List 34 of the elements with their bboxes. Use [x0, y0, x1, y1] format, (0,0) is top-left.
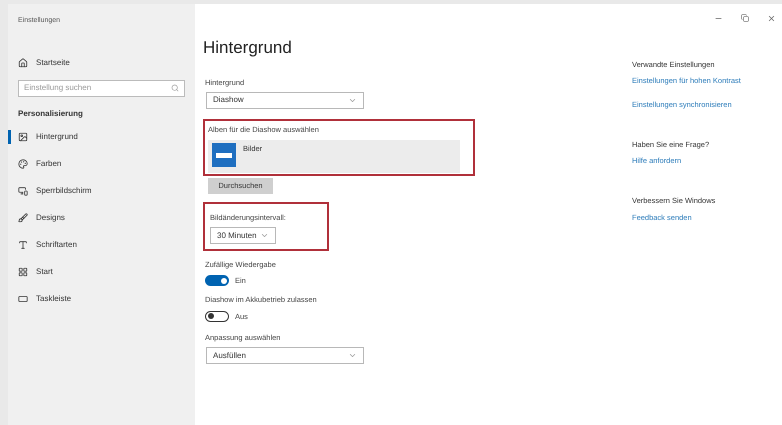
sidebar-item[interactable]: Taskleiste [8, 292, 195, 306]
sidebar-item[interactable]: Start [8, 264, 195, 278]
dropdown[interactable]: Diashow [206, 92, 364, 109]
dropdown-value: 30 Minuten [217, 230, 257, 242]
chevron-down-icon [348, 351, 357, 360]
toggle-switch[interactable] [205, 275, 229, 286]
picture-icon [18, 132, 28, 142]
sidebar-item[interactable]: Designs [8, 210, 195, 224]
album-icon [212, 143, 236, 167]
toggle-switch[interactable] [205, 310, 229, 322]
grid-icon [18, 266, 28, 276]
taskbar-icon [18, 294, 28, 304]
dropdown-value: Diashow [213, 94, 244, 106]
dropdown-value: Ausfüllen [213, 350, 246, 362]
sidebar-item[interactable]: Schriftarten [8, 238, 195, 252]
sidebar-item[interactable]: Hintergrund [8, 130, 195, 144]
sidebar-item[interactable]: Sperrbildschirm [8, 184, 195, 198]
page-title: Hintergrund [203, 37, 293, 59]
search-input[interactable]: Einstellung suchen [24, 82, 144, 94]
home-icon [18, 58, 28, 68]
dropdown[interactable]: Ausfüllen [206, 347, 364, 364]
home-link[interactable]: Startseite [18, 56, 195, 68]
palette-icon [18, 158, 28, 168]
search-field[interactable]: Einstellung suchen [18, 80, 185, 96]
chevron-down-icon [260, 231, 269, 240]
font-icon [18, 240, 28, 250]
section-heading: Personalisierung [18, 108, 84, 120]
search-icon [171, 84, 179, 92]
brush-icon [18, 212, 28, 222]
close-icon[interactable] [767, 14, 776, 23]
dropdown[interactable]: 30 Minuten [210, 227, 276, 244]
restore-icon[interactable] [741, 14, 749, 22]
sidebar-item[interactable]: Farben [8, 156, 195, 170]
monitor-icon [18, 186, 28, 196]
